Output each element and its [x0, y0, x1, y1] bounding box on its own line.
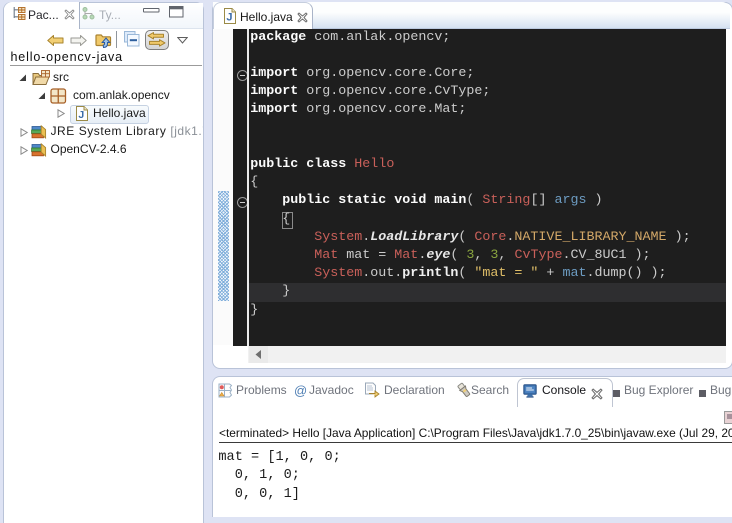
- svg-text:J: J: [226, 12, 232, 24]
- svg-text:J: J: [78, 109, 84, 121]
